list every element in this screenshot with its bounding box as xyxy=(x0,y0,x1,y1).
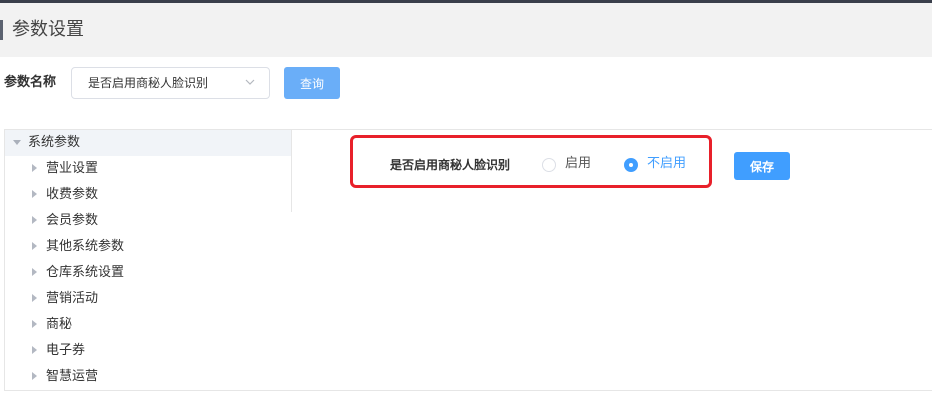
query-button[interactable]: 查询 xyxy=(284,67,340,99)
title-accent-bar xyxy=(0,20,3,40)
tree-node-label: 系统参数 xyxy=(28,135,81,150)
tree-node-other-system-params[interactable]: 其他系统参数 xyxy=(5,234,291,260)
tree-divider xyxy=(291,129,292,212)
caret-down-icon xyxy=(13,140,21,145)
tree-node-e-coupon[interactable]: 电子券 xyxy=(5,338,291,364)
tree-node-label: 仓库系统设置 xyxy=(46,265,125,280)
tree-node-warehouse-settings[interactable]: 仓库系统设置 xyxy=(5,260,291,286)
tree-node-smart-ops[interactable]: 智慧运营 xyxy=(5,364,291,390)
radio-enable[interactable] xyxy=(542,158,556,172)
caret-right-icon xyxy=(32,320,37,328)
caret-right-icon xyxy=(32,372,37,380)
tree-node-label: 智慧运营 xyxy=(46,369,99,384)
caret-right-icon xyxy=(32,268,37,276)
panel-border-bottom xyxy=(4,390,932,391)
tree-node-label: 营业设置 xyxy=(46,161,99,176)
page-header: 参数设置 xyxy=(0,3,932,57)
tree-node-label: 其他系统参数 xyxy=(46,239,125,254)
caret-right-icon xyxy=(32,164,37,172)
caret-right-icon xyxy=(32,346,37,354)
radio-disable-label[interactable]: 不启用 xyxy=(647,155,686,173)
tree-node-label: 收费参数 xyxy=(46,187,99,202)
tree-node-label: 商秘 xyxy=(46,317,73,332)
save-button[interactable]: 保存 xyxy=(734,152,790,180)
chevron-down-icon xyxy=(245,79,255,85)
caret-right-icon xyxy=(32,216,37,224)
page-title: 参数设置 xyxy=(12,19,84,40)
param-name-select[interactable]: 是否启用商秘人脸识别 xyxy=(71,67,270,99)
tree-node-business-settings[interactable]: 营业设置 xyxy=(5,156,291,182)
tree-node-label: 会员参数 xyxy=(46,213,99,228)
radio-enable-label[interactable]: 启用 xyxy=(565,155,591,173)
tree-node-label: 电子券 xyxy=(46,343,86,358)
param-name-select-value: 是否启用商秘人脸识别 xyxy=(88,76,209,90)
tree-node-system-params[interactable]: 系统参数 xyxy=(5,130,291,156)
caret-right-icon xyxy=(32,242,37,250)
face-recognition-setting-label: 是否启用商秘人脸识别 xyxy=(390,158,511,172)
radio-disable[interactable] xyxy=(624,158,638,172)
tree-node-label: 营销活动 xyxy=(46,291,99,306)
param-name-label: 参数名称 xyxy=(4,75,57,90)
caret-right-icon xyxy=(32,294,37,302)
tree-node-member-params[interactable]: 会员参数 xyxy=(5,208,291,234)
tree-node-marketing[interactable]: 营销活动 xyxy=(5,286,291,312)
tree-node-charge-params[interactable]: 收费参数 xyxy=(5,182,291,208)
caret-right-icon xyxy=(32,190,37,198)
tree-node-shangmi[interactable]: 商秘 xyxy=(5,312,291,338)
